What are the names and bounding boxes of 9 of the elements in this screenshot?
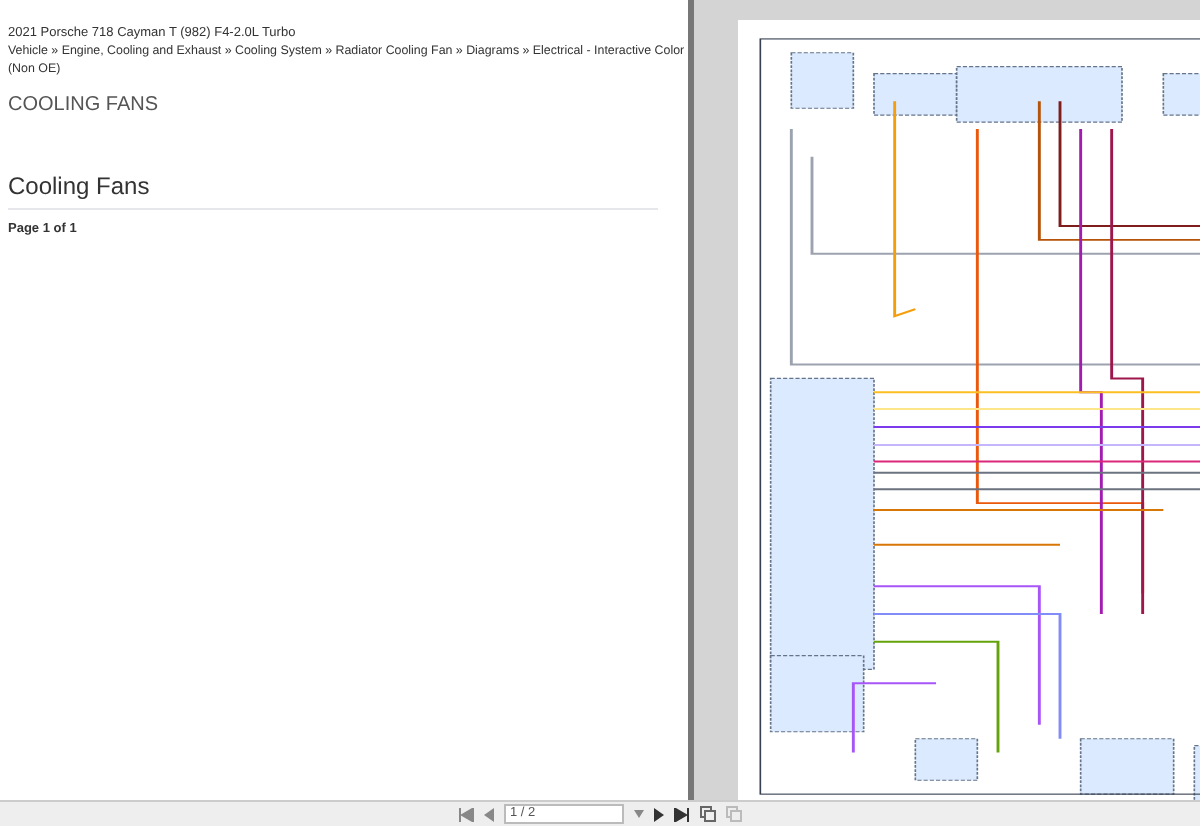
- section-heading: Cooling Fans: [8, 168, 658, 210]
- next-page-icon[interactable]: [654, 807, 664, 821]
- dropdown-caret-icon[interactable]: [634, 810, 644, 818]
- copy-pages-icon[interactable]: [700, 806, 716, 822]
- document-title: COOLING FANS: [8, 92, 161, 120]
- first-page-icon[interactable]: [458, 807, 474, 821]
- pages-icon[interactable]: [726, 806, 742, 822]
- last-page-icon[interactable]: [674, 807, 690, 821]
- previous-page-icon[interactable]: [484, 807, 494, 821]
